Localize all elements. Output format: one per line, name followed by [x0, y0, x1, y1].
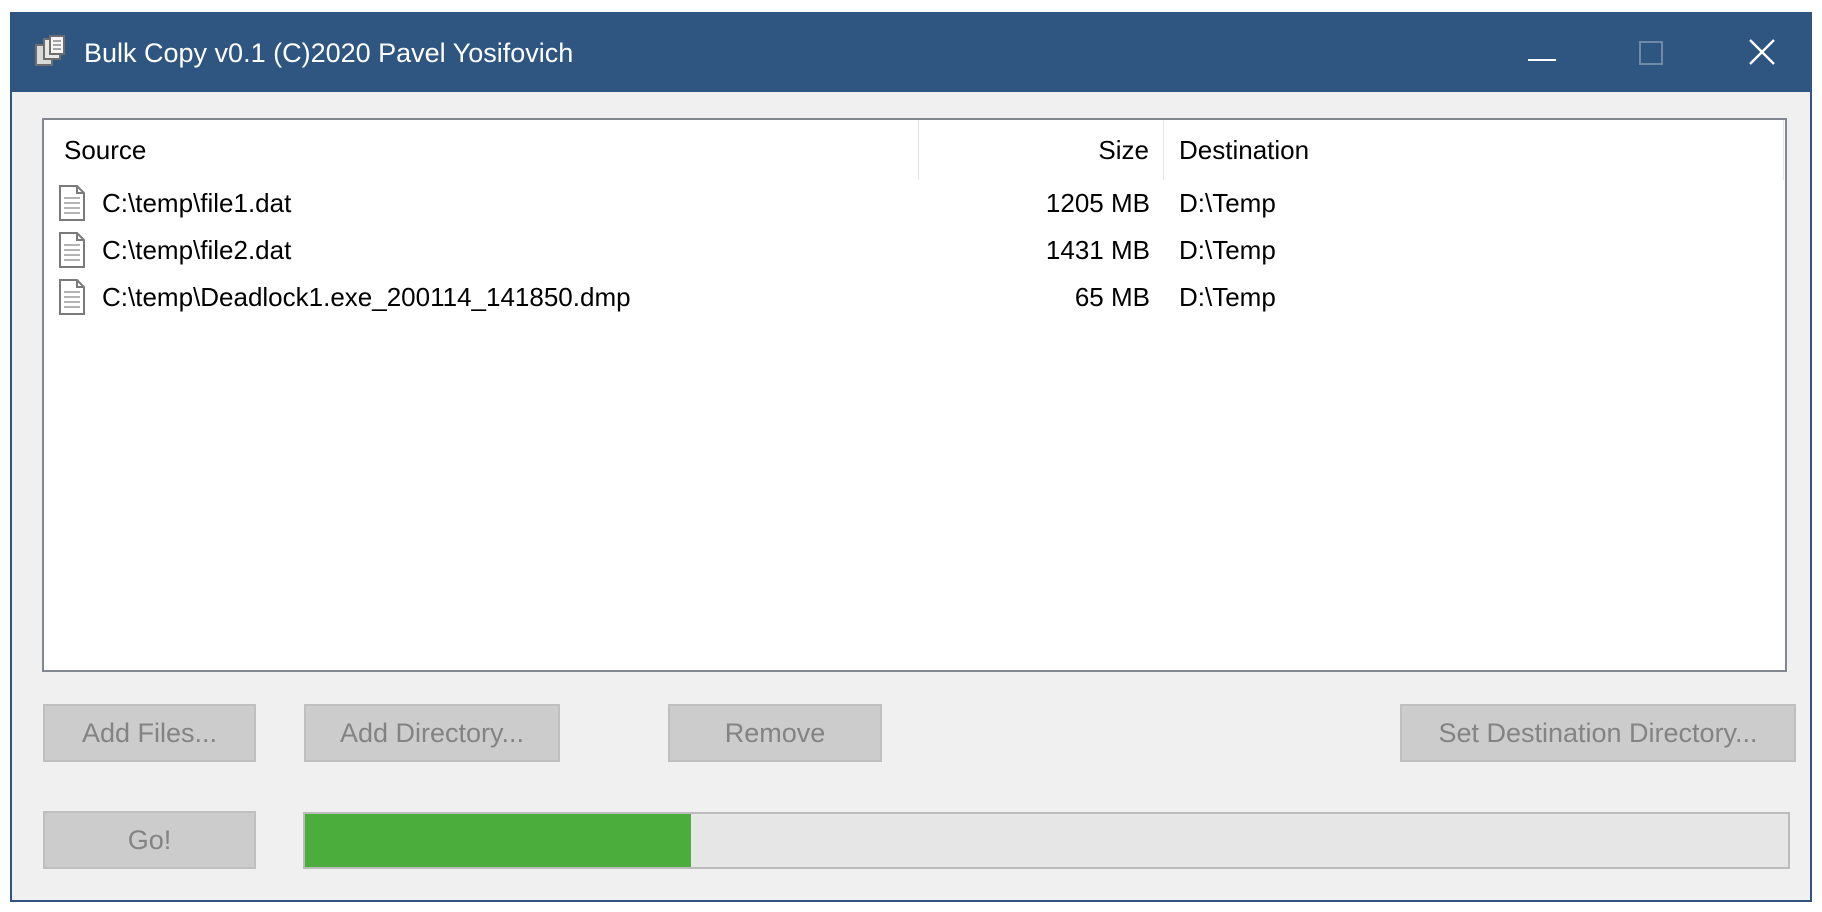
column-header-size[interactable]: Size [919, 120, 1164, 180]
document-icon [59, 279, 85, 315]
copy-progress-bar [303, 812, 1790, 869]
maximize-button[interactable] [1597, 14, 1707, 92]
go-button[interactable]: Go! [43, 811, 256, 869]
app-window: Bulk Copy v0.1 (C)2020 Pavel Yosifovich … [10, 12, 1812, 902]
close-icon [1749, 39, 1775, 65]
column-header-source[interactable]: Source [44, 120, 919, 180]
document-icon [59, 185, 85, 221]
cell-source: C:\temp\Deadlock1.exe_200114_141850.dmp [102, 282, 631, 312]
cell-size: 1205 MB [1045, 188, 1150, 218]
progress-fill [305, 814, 691, 867]
title-bar[interactable]: Bulk Copy v0.1 (C)2020 Pavel Yosifovich [12, 14, 1810, 92]
list-row[interactable]: C:\temp\file1.dat 1205 MB D:\Temp [44, 180, 1785, 227]
list-row[interactable]: C:\temp\file2.dat 1431 MB D:\Temp [44, 227, 1785, 274]
close-button[interactable] [1707, 14, 1817, 92]
remove-button[interactable]: Remove [668, 704, 882, 762]
set-destination-directory-button[interactable]: Set Destination Directory... [1400, 704, 1796, 762]
window-title: Bulk Copy v0.1 (C)2020 Pavel Yosifovich [84, 38, 574, 68]
cell-destination: D:\Temp [1179, 188, 1276, 218]
cell-size: 1431 MB [1045, 235, 1150, 265]
document-icon [59, 232, 85, 268]
file-list[interactable]: Source Size Destination C:\temp\file1.da… [42, 118, 1787, 672]
cell-destination: D:\Temp [1179, 282, 1276, 312]
maximize-icon [1639, 41, 1663, 65]
column-header-destination[interactable]: Destination [1164, 120, 1784, 180]
cell-source: C:\temp\file2.dat [102, 235, 292, 265]
list-row[interactable]: C:\temp\Deadlock1.exe_200114_141850.dmp … [44, 274, 1785, 321]
add-directory-button[interactable]: Add Directory... [304, 704, 560, 762]
cell-destination: D:\Temp [1179, 235, 1276, 265]
cell-source: C:\temp\file1.dat [102, 188, 292, 218]
copy-app-icon [35, 35, 65, 66]
minimize-icon [1528, 59, 1556, 61]
add-files-button[interactable]: Add Files... [43, 704, 256, 762]
cell-size: 65 MB [1074, 282, 1150, 312]
minimize-button[interactable] [1487, 14, 1597, 92]
